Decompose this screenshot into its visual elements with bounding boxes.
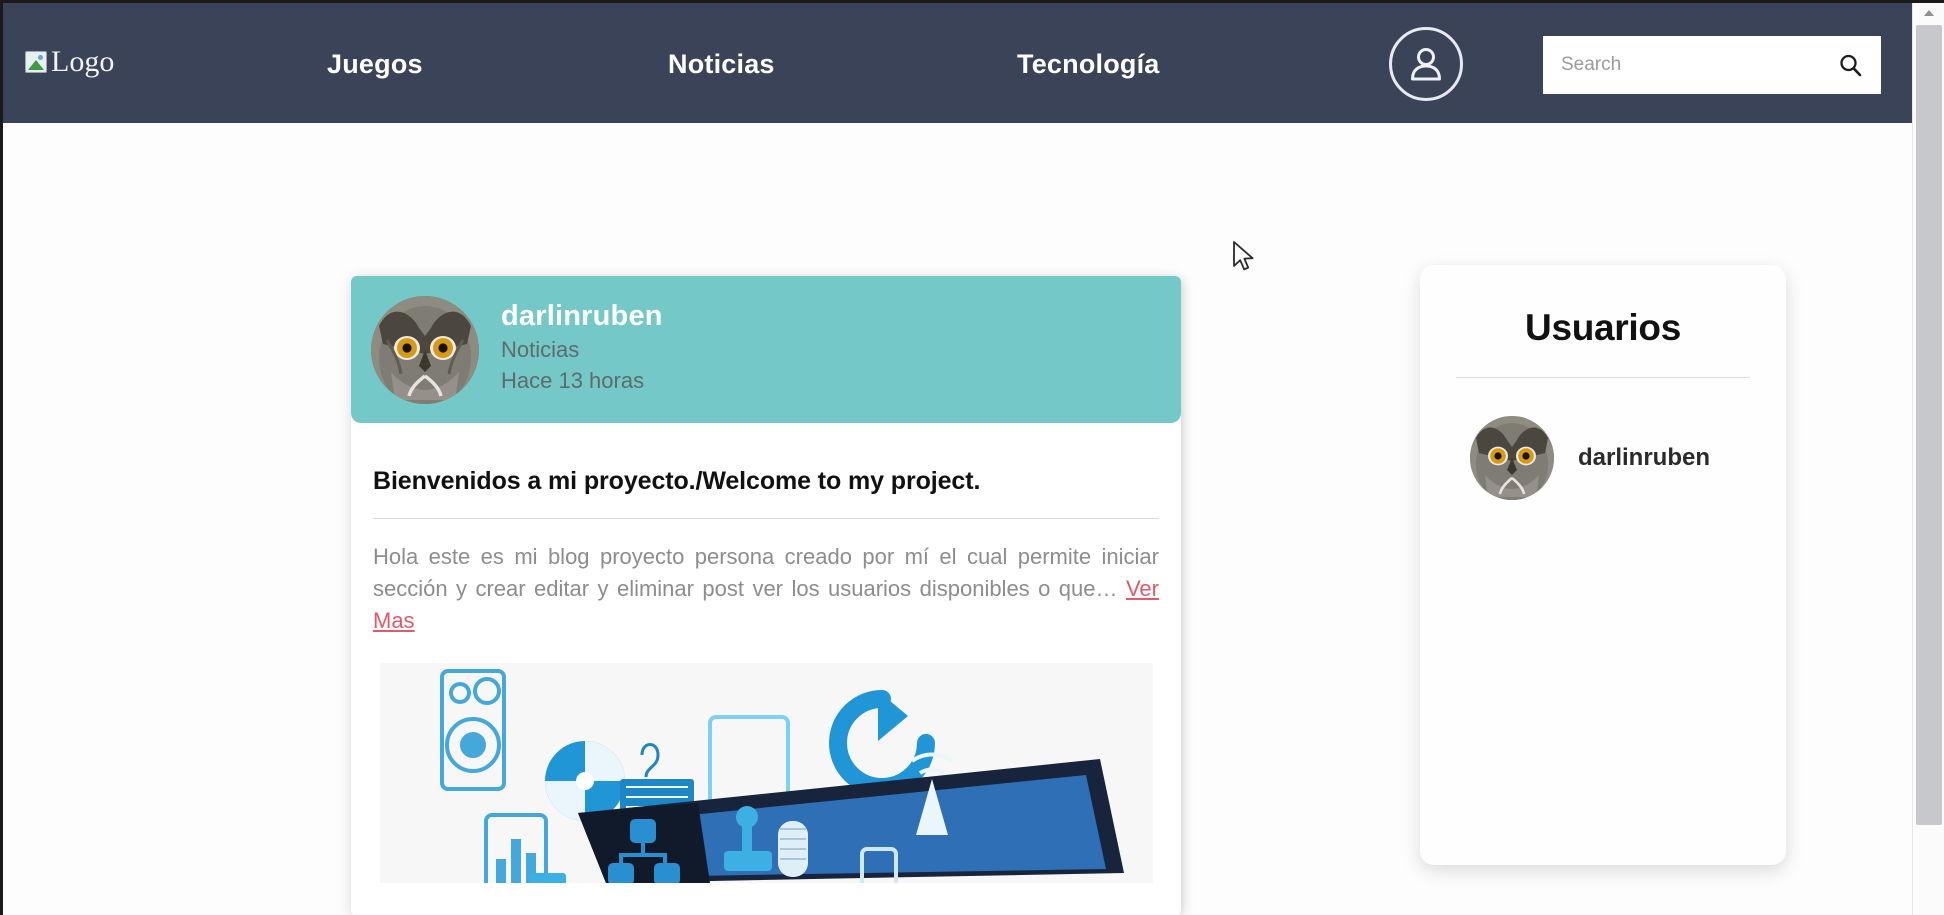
nav-item-juegos[interactable]: Juegos (327, 49, 423, 80)
post-author[interactable]: darlinruben (501, 299, 663, 334)
search-input[interactable] (1561, 54, 1835, 76)
browser-viewport: Logo Juegos Noticias Tecnología Search d… (0, 0, 1944, 915)
post-title: Bienvenidos a mi proyecto./Welcome to my… (373, 467, 981, 495)
post-card[interactable]: darlinruben Noticias Hace 13 horas Bienv… (351, 276, 1181, 915)
user-list-item[interactable]: darlinruben (1448, 416, 1758, 500)
scrollbar-thumb[interactable] (1916, 25, 1942, 825)
search-icon[interactable] (1835, 50, 1865, 80)
nav-item-noticias[interactable]: Noticias (668, 49, 775, 80)
search-box[interactable] (1543, 36, 1881, 94)
page-content: darlinruben Noticias Hace 13 horas Bienv… (3, 123, 1915, 915)
users-panel-title: Usuarios (1525, 307, 1681, 348)
post-category: Noticias (501, 336, 580, 362)
post-header-info: darlinruben Noticias Hace 13 horas (501, 299, 663, 401)
post-body: Bienvenidos a mi proyecto./Welcome to my… (351, 423, 1181, 883)
user-name[interactable]: darlinruben (1578, 444, 1710, 472)
top-navbar: Logo Juegos Noticias Tecnología (3, 3, 1915, 123)
user-circle-icon (1403, 41, 1449, 87)
post-excerpt: Hola este es mi blog proyecto persona cr… (373, 541, 1159, 663)
owl-avatar-icon (371, 295, 479, 404)
post-timestamp: Hace 13 horas (501, 368, 645, 394)
nav-item-tecnologia[interactable]: Tecnología (1017, 49, 1160, 80)
owl-avatar-icon (1470, 416, 1554, 500)
users-panel-divider (1456, 377, 1750, 378)
scroll-up-arrow-icon[interactable] (1913, 3, 1944, 23)
post-image (379, 662, 1153, 883)
account-button[interactable] (1389, 27, 1463, 101)
users-panel: Usuarios darlinruben (1420, 265, 1786, 865)
post-header: darlinruben Noticias Hace 13 horas (351, 276, 1181, 423)
vertical-scrollbar[interactable] (1912, 3, 1944, 915)
post-excerpt-text: Hola este es mi blog proyecto persona cr… (373, 544, 1159, 601)
post-divider (373, 518, 1159, 519)
